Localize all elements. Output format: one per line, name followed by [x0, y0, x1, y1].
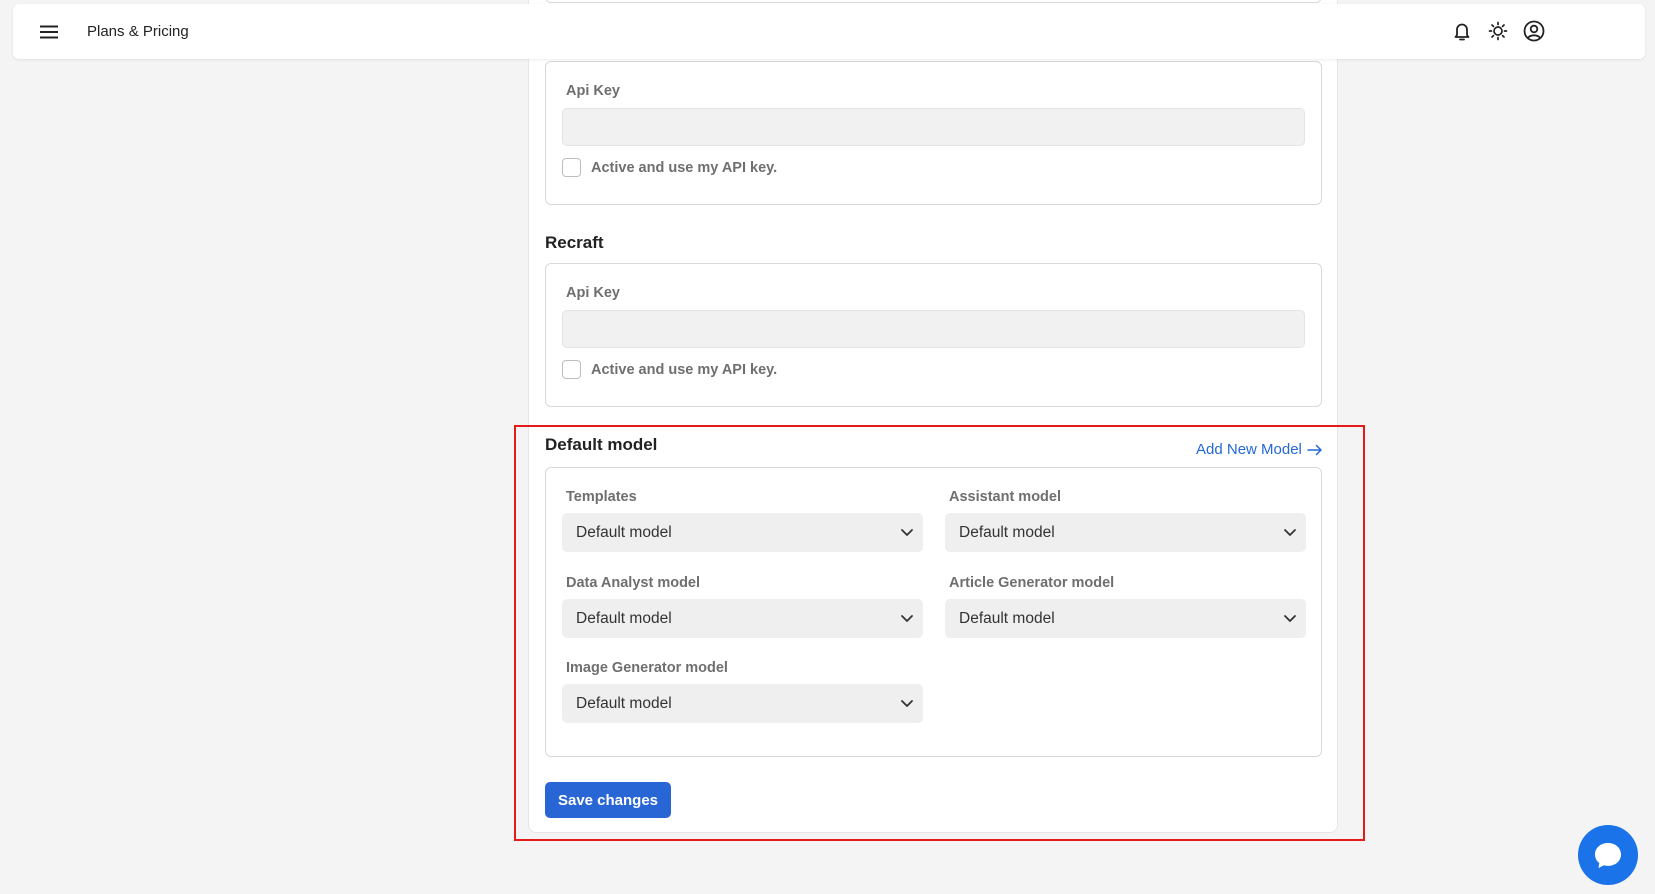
api-key-label: Api Key: [566, 83, 620, 99]
assistant-model-select[interactable]: Default model: [945, 513, 1306, 552]
assistant-model-select-value: Default model: [959, 524, 1055, 541]
image-generator-model-label: Image Generator model: [566, 660, 728, 676]
chevron-down-icon: [901, 615, 913, 622]
active-api-key-checkbox[interactable]: [562, 158, 581, 177]
chevron-down-icon: [1284, 529, 1296, 536]
recraft-api-key-card: Api Key Active and use my API key.: [545, 263, 1322, 407]
arrow-right-icon: [1307, 444, 1322, 455]
chevron-down-icon: [901, 700, 913, 707]
recraft-active-api-key-label: Active and use my API key.: [591, 361, 778, 378]
save-changes-button[interactable]: Save changes: [545, 782, 671, 818]
image-generator-model-select[interactable]: Default model: [562, 684, 923, 723]
recraft-heading: Recraft: [545, 233, 604, 252]
chevron-down-icon: [1284, 615, 1296, 622]
chevron-down-icon: [901, 529, 913, 536]
user-circle-icon[interactable]: [1521, 18, 1547, 44]
sun-icon[interactable]: [1485, 18, 1511, 44]
recraft-api-key-label: Api Key: [566, 285, 620, 301]
default-model-card: Templates Default model Assistant model …: [545, 467, 1322, 757]
chat-widget-button[interactable]: [1578, 825, 1638, 885]
previous-section-card: [545, 0, 1322, 3]
templates-select[interactable]: Default model: [562, 513, 923, 552]
data-analyst-model-select-value: Default model: [576, 610, 672, 627]
article-generator-model-select[interactable]: Default model: [945, 599, 1306, 638]
recraft-api-key-input[interactable]: [562, 310, 1305, 348]
recraft-active-api-key-row: Active and use my API key.: [562, 360, 777, 379]
recraft-active-api-key-checkbox[interactable]: [562, 360, 581, 379]
article-generator-model-select-value: Default model: [959, 610, 1055, 627]
chat-bubble-icon: [1595, 843, 1621, 868]
templates-select-value: Default model: [576, 524, 672, 541]
active-api-key-row: Active and use my API key.: [562, 158, 777, 177]
article-generator-model-label: Article Generator model: [949, 575, 1115, 591]
default-model-heading: Default model: [545, 435, 658, 454]
add-new-model-link[interactable]: Add New Model: [1196, 441, 1323, 458]
api-key-card: Api Key Active and use my API key.: [545, 61, 1322, 205]
image-generator-model-select-value: Default model: [576, 695, 672, 712]
page-title: Plans & Pricing: [87, 23, 189, 40]
data-analyst-model-select[interactable]: Default model: [562, 599, 923, 638]
bell-icon[interactable]: [1449, 18, 1475, 44]
assistant-model-label: Assistant model: [949, 489, 1061, 505]
add-new-model-label: Add New Model: [1196, 441, 1302, 458]
api-key-input[interactable]: [562, 108, 1305, 146]
active-api-key-label: Active and use my API key.: [591, 159, 778, 176]
templates-label: Templates: [566, 489, 637, 505]
data-analyst-model-label: Data Analyst model: [566, 575, 701, 591]
menu-icon[interactable]: [35, 18, 63, 46]
top-bar: Plans & Pricing: [13, 4, 1645, 59]
